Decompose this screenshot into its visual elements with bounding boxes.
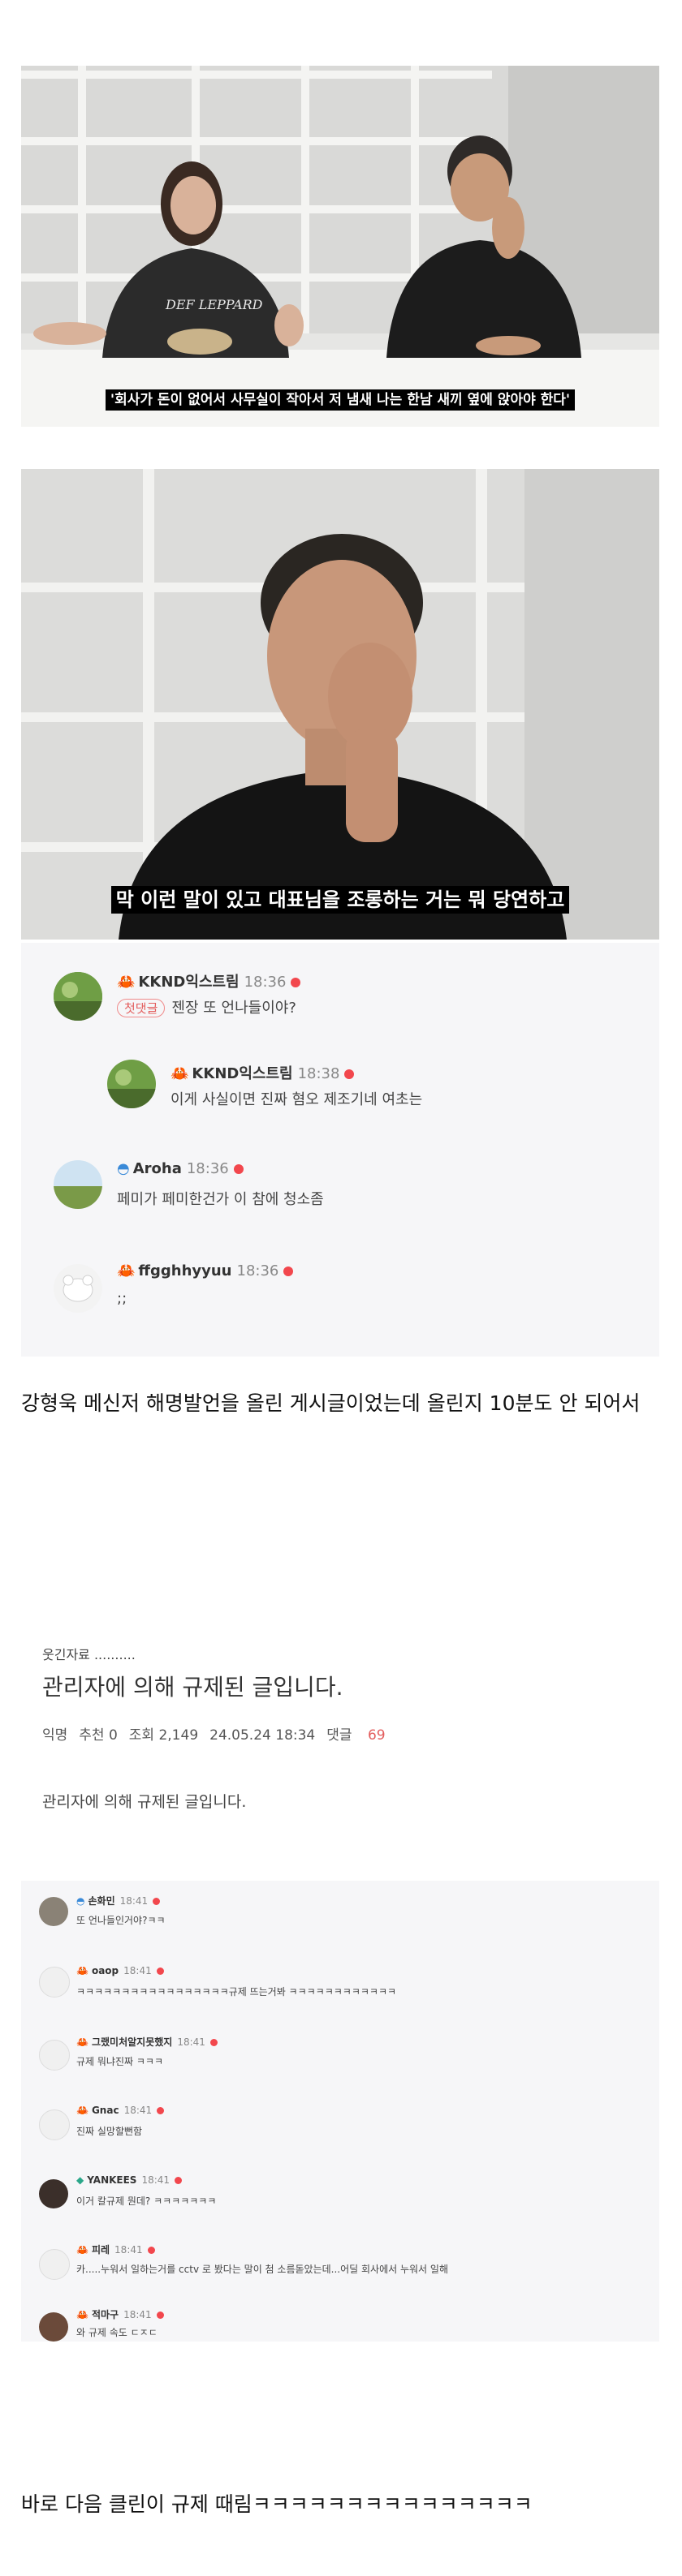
crab-icon: 🦀 [76, 1965, 88, 1976]
post-author: 익명 [42, 1727, 68, 1744]
first-comment-badge: 첫댓글 [117, 999, 166, 1017]
comment-text: 또 언나들인거야?ㅋㅋ [76, 1915, 166, 1926]
avatar [54, 972, 102, 1021]
level-badge-icon [153, 1898, 161, 1905]
comment-text: ;; [117, 1290, 127, 1307]
post-category[interactable]: 웃긴자료 .......... [42, 1644, 136, 1663]
comment-text: 페미가 페미한건가 이 참에 청소좀 [117, 1191, 324, 1208]
crab-icon: 🦀 [76, 2105, 88, 2116]
level-badge-icon [283, 1266, 294, 1276]
avatar [54, 1160, 102, 1209]
level-badge-icon [175, 2177, 183, 2184]
caption-2: 바로 다음 클린이 규제 때림ㅋㅋㅋㅋㅋㅋㅋㅋㅋㅋㅋㅋㅋㅋㅋ [21, 2492, 533, 2516]
crab-icon: 🦀 [76, 2244, 88, 2256]
reply-author[interactable]: 🦀 KKND익스트림 18:38 [170, 1062, 355, 1083]
comment-author[interactable]: 🦀 KKND익스트림 18:36 [117, 970, 301, 991]
reply-text: 이게 사실이면 진짜 혐오 제조기네 여초는 [170, 1091, 423, 1108]
level-badge-icon [233, 1164, 244, 1174]
avatar [39, 2249, 70, 2280]
wave-icon: ◓ [76, 1895, 85, 1907]
crab-icon: 🦀 [117, 1262, 136, 1279]
comment-text: 카.....누워서 일하는거를 cctv 로 봤다는 말이 첨 소름돋았는데..… [76, 2264, 448, 2275]
level-badge-icon [157, 2107, 165, 2114]
avatar [39, 2109, 70, 2140]
avatar [39, 2040, 70, 2071]
comment-text: ㅋㅋㅋㅋㅋㅋㅋㅋㅋㅋㅋㅋㅋㅋㅋㅋㅋ규제 뜨는거봐 ㅋㅋㅋㅋㅋㅋㅋㅋㅋㅋㅋㅋ [76, 1986, 397, 1998]
level-badge-icon [147, 2247, 155, 2254]
avatar [39, 2179, 68, 2208]
comment-panel-1: 🦀 KKND익스트림 18:36 첫댓글 젠장 또 언나들이야? 🦀 KKND익스트림 1… [21, 943, 659, 1357]
level-badge-icon [291, 978, 301, 987]
level-badge-icon [156, 1967, 164, 1975]
crab-icon: 🦀 [76, 2309, 88, 2320]
crab-icon: 🦀 [117, 974, 136, 991]
post-reply-count[interactable]: 댓글 69 [326, 1727, 385, 1744]
comment-panel-2: ◓ 손화민 18:41 또 언나들인거야?ㅋㅋ 🦀 oaop 18:41 ㅋㅋㅋㅋㅋㅋㅋ… [21, 1881, 659, 2342]
comment-author[interactable]: 🦀 ffgghhyyuu 18:36 [117, 1262, 294, 1279]
comment-author[interactable]: ◓ Aroha 18:36 [117, 1160, 244, 1177]
comment-text: 와 규제 속도 ㄷㅈㄷ [76, 2327, 158, 2338]
post-body: 관리자에 의해 규제된 글입니다. [42, 1793, 247, 1811]
crab-icon: 🦀 [170, 1065, 189, 1082]
comment-author[interactable]: 🦀 피레 18:41 [76, 2243, 155, 2256]
level-badge-icon [209, 2039, 218, 2046]
subtitle-2: 막 이런 말이 있고 대표님을 조롱하는 거는 뭐 당연하고 [21, 884, 659, 914]
post-meta: 익명 추천 0 조회 2,149 24.05.24 18:34 댓글 69 [42, 1723, 397, 1744]
comment-author[interactable]: 🦀 그랬미처알지못했지 18:41 [76, 2035, 218, 2049]
comment-author[interactable]: 🦀 oaop 18:41 [76, 1965, 164, 1976]
fish-icon: ◆ [76, 2174, 84, 2186]
comment-author[interactable]: 🦀 Gnac 18:41 [76, 2105, 165, 2116]
video-frame-2: 막 이런 말이 있고 대표님을 조롱하는 거는 뭐 당연하고 [21, 469, 659, 940]
comment-text: 이거 칼규제 뭔데? ㅋㅋㅋㅋㅋㅋㅋ [76, 2195, 217, 2207]
caption-1: 강형욱 메신저 해명발언을 올린 게시글이었는데 올린지 10분도 안 되어서 [21, 1391, 641, 1415]
level-badge-icon [156, 2312, 164, 2319]
post-date: 24.05.24 18:34 [209, 1727, 316, 1744]
comment-text: 규제 뭐냐진짜 ㅋㅋㅋ [76, 2056, 163, 2067]
comment-text: 진짜 실망할뻔함 [76, 2126, 143, 2137]
post-views: 조회 2,149 [128, 1727, 199, 1744]
subtitle-1: '회사가 돈이 없어서 사무실이 작아서 저 냄새 나는 한남 새끼 옆에 앉아… [21, 388, 659, 411]
video-frame-1: DEF LEPPARD '회사가 돈이 없어서 사무실이 작아서 저 냄새 나는… [21, 66, 659, 427]
shirt-print: DEF LEPPARD [165, 297, 263, 312]
comment-text: 첫댓글 젠장 또 언나들이야? [117, 996, 296, 1017]
post-recommend: 추천 0 [79, 1727, 118, 1744]
avatar [39, 1897, 68, 1926]
post-title: 관리자에 의해 규제된 글입니다. [42, 1674, 343, 1701]
level-badge-icon [344, 1069, 355, 1079]
video-still-2 [21, 469, 659, 940]
comment-author[interactable]: ◓ 손화민 18:41 [76, 1894, 161, 1907]
comment-author[interactable]: ◆ YANKEES 18:41 [76, 2174, 183, 2186]
comment-author[interactable]: 🦀 적마구 18:41 [76, 2307, 164, 2321]
avatar [39, 1967, 70, 1998]
avatar [107, 1060, 156, 1108]
crab-icon: 🦀 [76, 2036, 88, 2048]
avatar [39, 2312, 68, 2342]
wave-icon: ◓ [117, 1160, 130, 1177]
video-still-1: DEF LEPPARD [21, 66, 659, 427]
avatar [54, 1264, 102, 1313]
